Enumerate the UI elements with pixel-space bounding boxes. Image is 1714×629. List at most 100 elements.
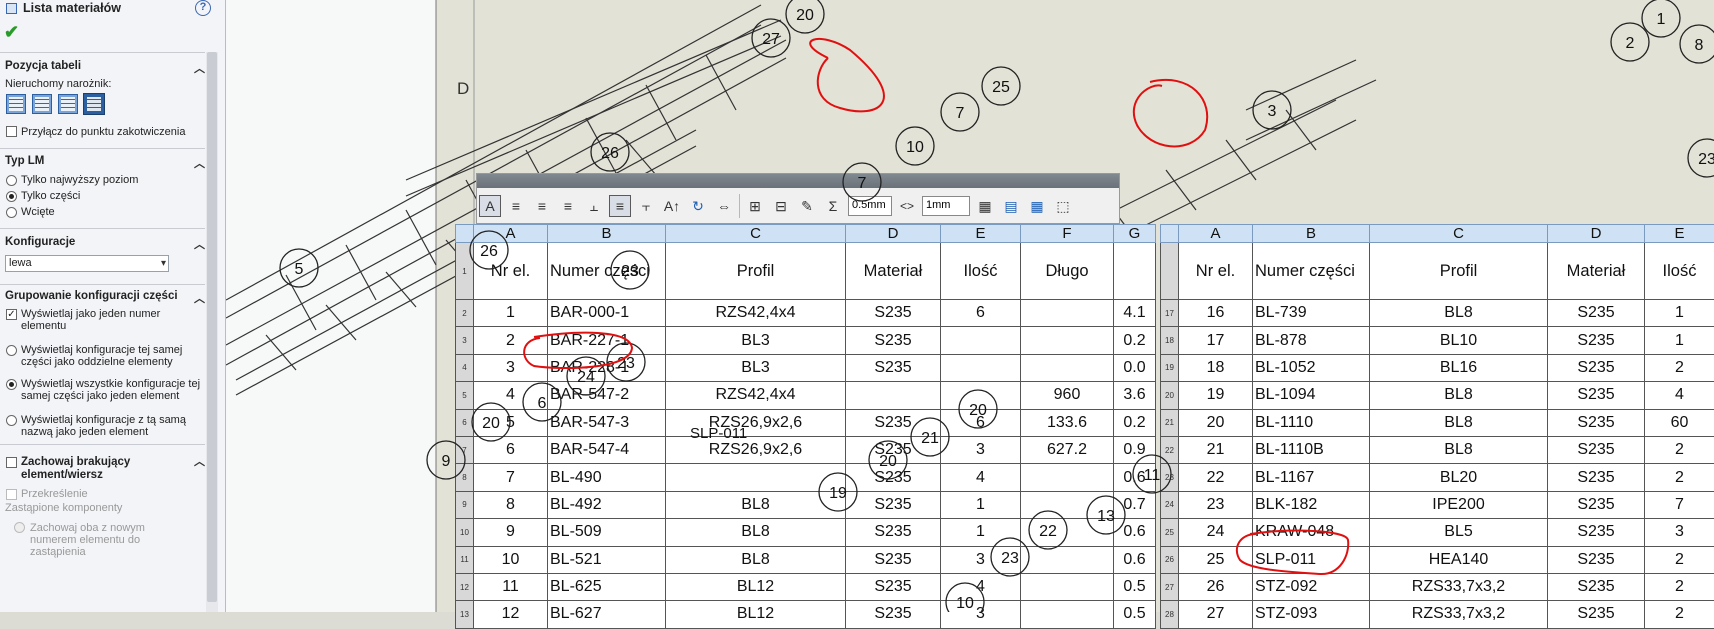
table-cell[interactable]: 8 [474,491,548,518]
table-cell[interactable]: 19 [1179,382,1253,409]
table-cell[interactable]: S235 [1548,601,1645,628]
table-grid-icon[interactable]: ▦ [1026,195,1048,217]
table-cell[interactable]: 0.5 [1114,573,1156,600]
table-cell[interactable]: 4.1 [1114,300,1156,327]
pm-scrollbar[interactable] [206,52,218,612]
table-cell[interactable]: 3 [941,436,1021,463]
chevron-up-icon[interactable]: ︿ [194,290,205,306]
column-letter[interactable]: C [1370,225,1548,243]
table-cell[interactable]: 0.0 [1114,354,1156,381]
ok-checkmark-icon[interactable]: ✔ [4,22,19,43]
table-cell[interactable]: BL-625 [548,573,666,600]
column-letter[interactable]: G [1114,225,1156,243]
radio-all-configs-one[interactable] [6,379,17,390]
table-cell[interactable] [1021,354,1114,381]
table-cell[interactable]: S235 [1548,300,1645,327]
table-cell[interactable]: BL8 [666,491,846,518]
anchor-top-right-button[interactable] [32,94,52,114]
table-cell[interactable]: 60 [1645,409,1714,436]
table-cell[interactable]: BL8 [1370,409,1548,436]
table-cell[interactable]: 7 [1645,491,1714,518]
toolbar-grip[interactable] [477,174,1119,188]
rotate-icon[interactable]: ↻ [687,195,709,217]
row-number[interactable] [1161,243,1179,300]
anchor-bottom-right-button[interactable] [84,94,104,114]
table-cell[interactable] [1021,327,1114,354]
fit-text-icon[interactable]: ⇔ [713,195,735,217]
table-cell[interactable] [941,382,1021,409]
table-cell[interactable]: 0.2 [1114,327,1156,354]
table-cell[interactable]: 2 [1645,354,1714,381]
table-cell[interactable]: BL8 [1370,300,1548,327]
table-cell[interactable]: 1 [941,519,1021,546]
table-cell[interactable]: 4 [474,382,548,409]
table-cell[interactable]: 2 [1645,601,1714,628]
table-cell[interactable] [666,464,846,491]
header-quantity[interactable]: Ilość [941,243,1021,300]
table-cell[interactable]: 10 [474,546,548,573]
table-cell[interactable]: RZS33,7x3,2 [1370,601,1548,628]
align-top-icon[interactable]: ⫠ [583,195,605,217]
split-table-icon[interactable]: ⬚ [1052,195,1074,217]
text-style-icon[interactable]: A [479,195,501,217]
table-cell[interactable]: S235 [1548,546,1645,573]
table-cell[interactable]: 3 [474,354,548,381]
radio-same-name[interactable] [6,415,17,426]
anchor-top-left-button[interactable] [6,94,26,114]
table-cell[interactable]: BL12 [666,573,846,600]
table-cell[interactable]: S235 [846,519,941,546]
radio-top-level[interactable] [6,175,17,186]
table-cell[interactable]: 0.6 [1114,519,1156,546]
row-number[interactable]: 8 [456,464,474,491]
table-cell[interactable]: S235 [846,491,941,518]
row-number[interactable]: 22 [1161,436,1179,463]
table-cell[interactable]: 26 [1179,573,1253,600]
align-bottom-icon[interactable]: ⫟ [635,195,657,217]
table-cell[interactable]: 20 [1179,409,1253,436]
row-number[interactable]: 11 [456,546,474,573]
table-cell[interactable]: RZS26,9x2,6 [666,436,846,463]
table-cell[interactable]: 12 [474,601,548,628]
table-cell[interactable]: 1 [1645,300,1714,327]
header-item-no[interactable]: Nr el. [1179,243,1253,300]
row-number[interactable]: 27 [1161,573,1179,600]
row-number[interactable]: 18 [1161,327,1179,354]
radio-separate-items[interactable] [6,345,17,356]
row-number[interactable]: 10 [456,519,474,546]
table-cell[interactable]: BAR-000-1 [548,300,666,327]
table-cell[interactable]: BL8 [666,546,846,573]
table-cell[interactable]: RZS33,7x3,2 [1370,573,1548,600]
column-letter[interactable]: A [474,225,548,243]
align-middle-icon[interactable]: ≡ [609,195,631,217]
table-cell[interactable]: 9 [474,519,548,546]
table-cell[interactable]: STZ-092 [1253,573,1370,600]
table-cell[interactable]: 17 [1179,327,1253,354]
table-cell[interactable]: BL-490 [548,464,666,491]
row-number[interactable]: 20 [1161,382,1179,409]
corner-cell[interactable] [1161,225,1179,243]
table-cell[interactable]: 3 [941,546,1021,573]
table-cell[interactable]: 24 [1179,519,1253,546]
table-cell[interactable]: 2 [1645,464,1714,491]
radio-indented[interactable] [6,207,17,218]
table-cell[interactable] [1021,300,1114,327]
header-profile[interactable]: Profil [1370,243,1548,300]
row-number[interactable]: 2 [456,300,474,327]
table-cell[interactable]: S235 [1548,464,1645,491]
header-profile[interactable]: Profil [666,243,846,300]
section-grouping[interactable]: Grupowanie konfiguracji części ︿ [5,290,205,302]
table-cell[interactable]: 0.2 [1114,409,1156,436]
chevron-up-icon[interactable]: ︿ [194,236,205,252]
column-letter[interactable]: A [1179,225,1253,243]
table-cell[interactable]: BL-521 [548,546,666,573]
table-cell[interactable]: 4 [941,464,1021,491]
table-cell[interactable] [941,327,1021,354]
table-cell[interactable]: 11 [474,573,548,600]
table-cell[interactable]: 1 [1645,327,1714,354]
table-cell[interactable]: BL-627 [548,601,666,628]
table-cell[interactable]: 0.6 [1114,464,1156,491]
chevron-up-icon[interactable]: ︿ [194,456,205,469]
header-part-number[interactable]: Numer części [548,243,666,300]
radio-keep-both[interactable] [14,522,25,533]
table-cell[interactable]: 0.5 [1114,601,1156,628]
